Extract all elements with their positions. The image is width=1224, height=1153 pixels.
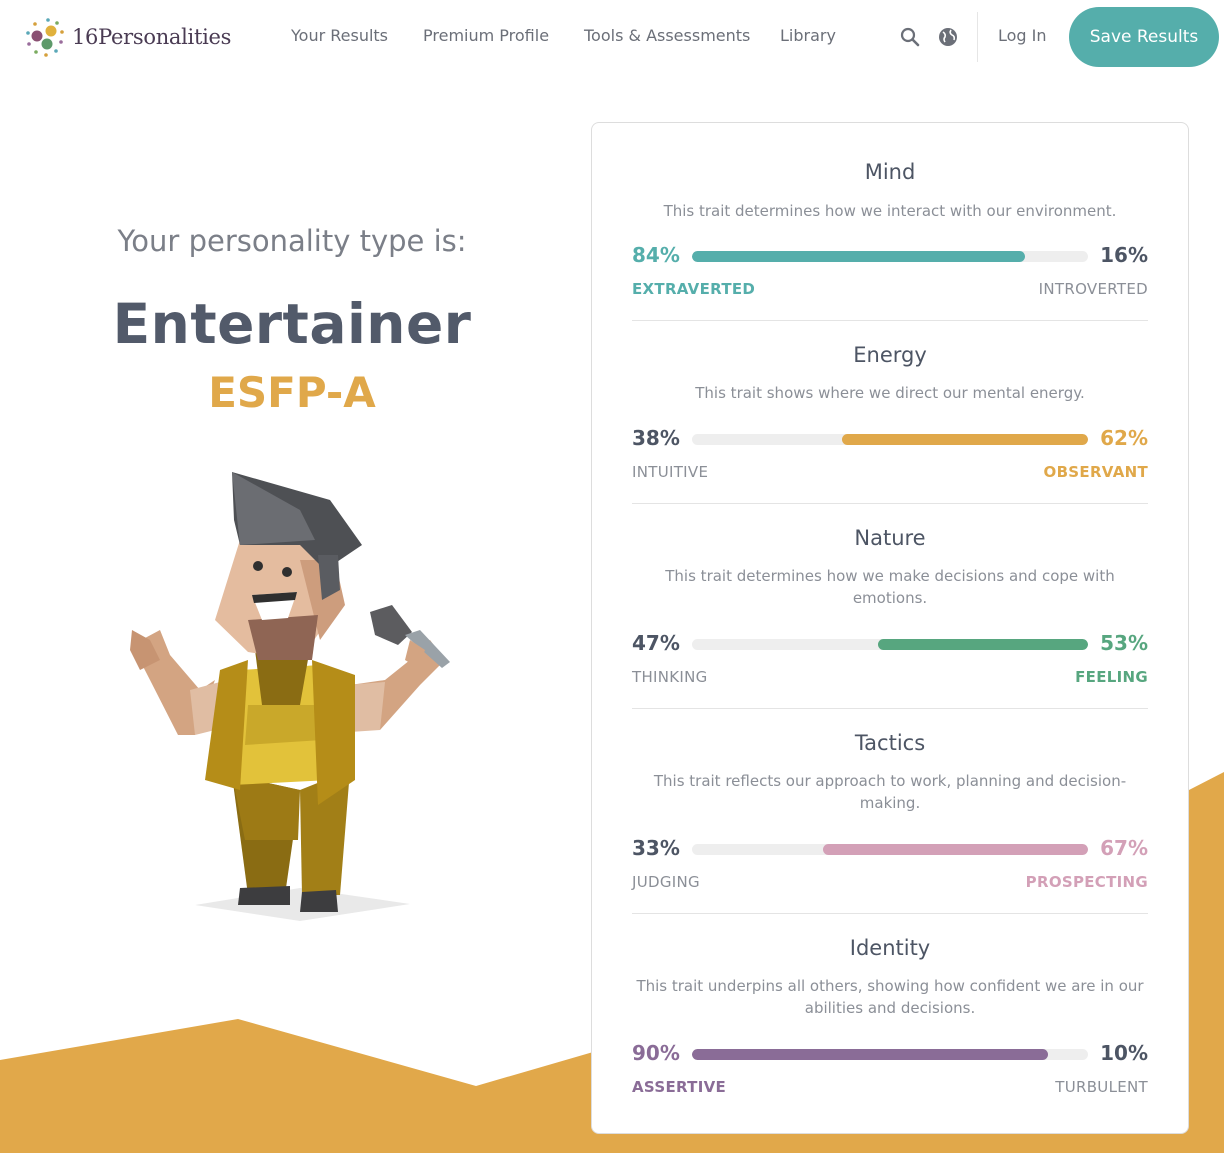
nav-your-results[interactable]: Your Results	[291, 26, 388, 45]
nav-tools-assessments[interactable]: Tools & Assessments	[584, 26, 750, 45]
left-pole-label: ASSERTIVE	[632, 1078, 727, 1096]
type-code: ESFP-A	[208, 368, 376, 417]
trait-bar-track	[692, 1049, 1088, 1060]
site-header: 16Personalities Your Results Premium Pro…	[0, 0, 1224, 74]
trait-title: Identity	[849, 936, 931, 960]
logo-icon	[26, 18, 64, 57]
trait-identity: Identity This trait underpins all others,…	[632, 123, 1148, 1133]
header-divider	[977, 12, 978, 62]
trait-bar-fill	[692, 1049, 1049, 1060]
left-percentage: 90%	[632, 1041, 680, 1065]
search-icon[interactable]	[899, 26, 921, 48]
entertainer-illustration	[130, 472, 450, 921]
logo-text: 16Personalities	[72, 25, 232, 49]
right-pole-label: TURBULENT	[1055, 1078, 1148, 1096]
traits-card: Mind This trait determines how we interac…	[591, 122, 1189, 1134]
nav-premium-profile[interactable]: Premium Profile	[423, 26, 549, 45]
type-lead-text: Your personality type is:	[117, 224, 467, 258]
save-results-button[interactable]: Save Results	[1069, 7, 1219, 67]
right-percentage: 10%	[1100, 1041, 1148, 1065]
globe-icon[interactable]	[937, 26, 959, 48]
nav-library[interactable]: Library	[780, 26, 836, 45]
type-name: Entertainer	[112, 292, 472, 356]
trait-description: This trait underpins all others, showing…	[636, 977, 1144, 1017]
logo[interactable]: 16Personalities	[24, 16, 231, 58]
login-link[interactable]: Log In	[998, 26, 1047, 45]
